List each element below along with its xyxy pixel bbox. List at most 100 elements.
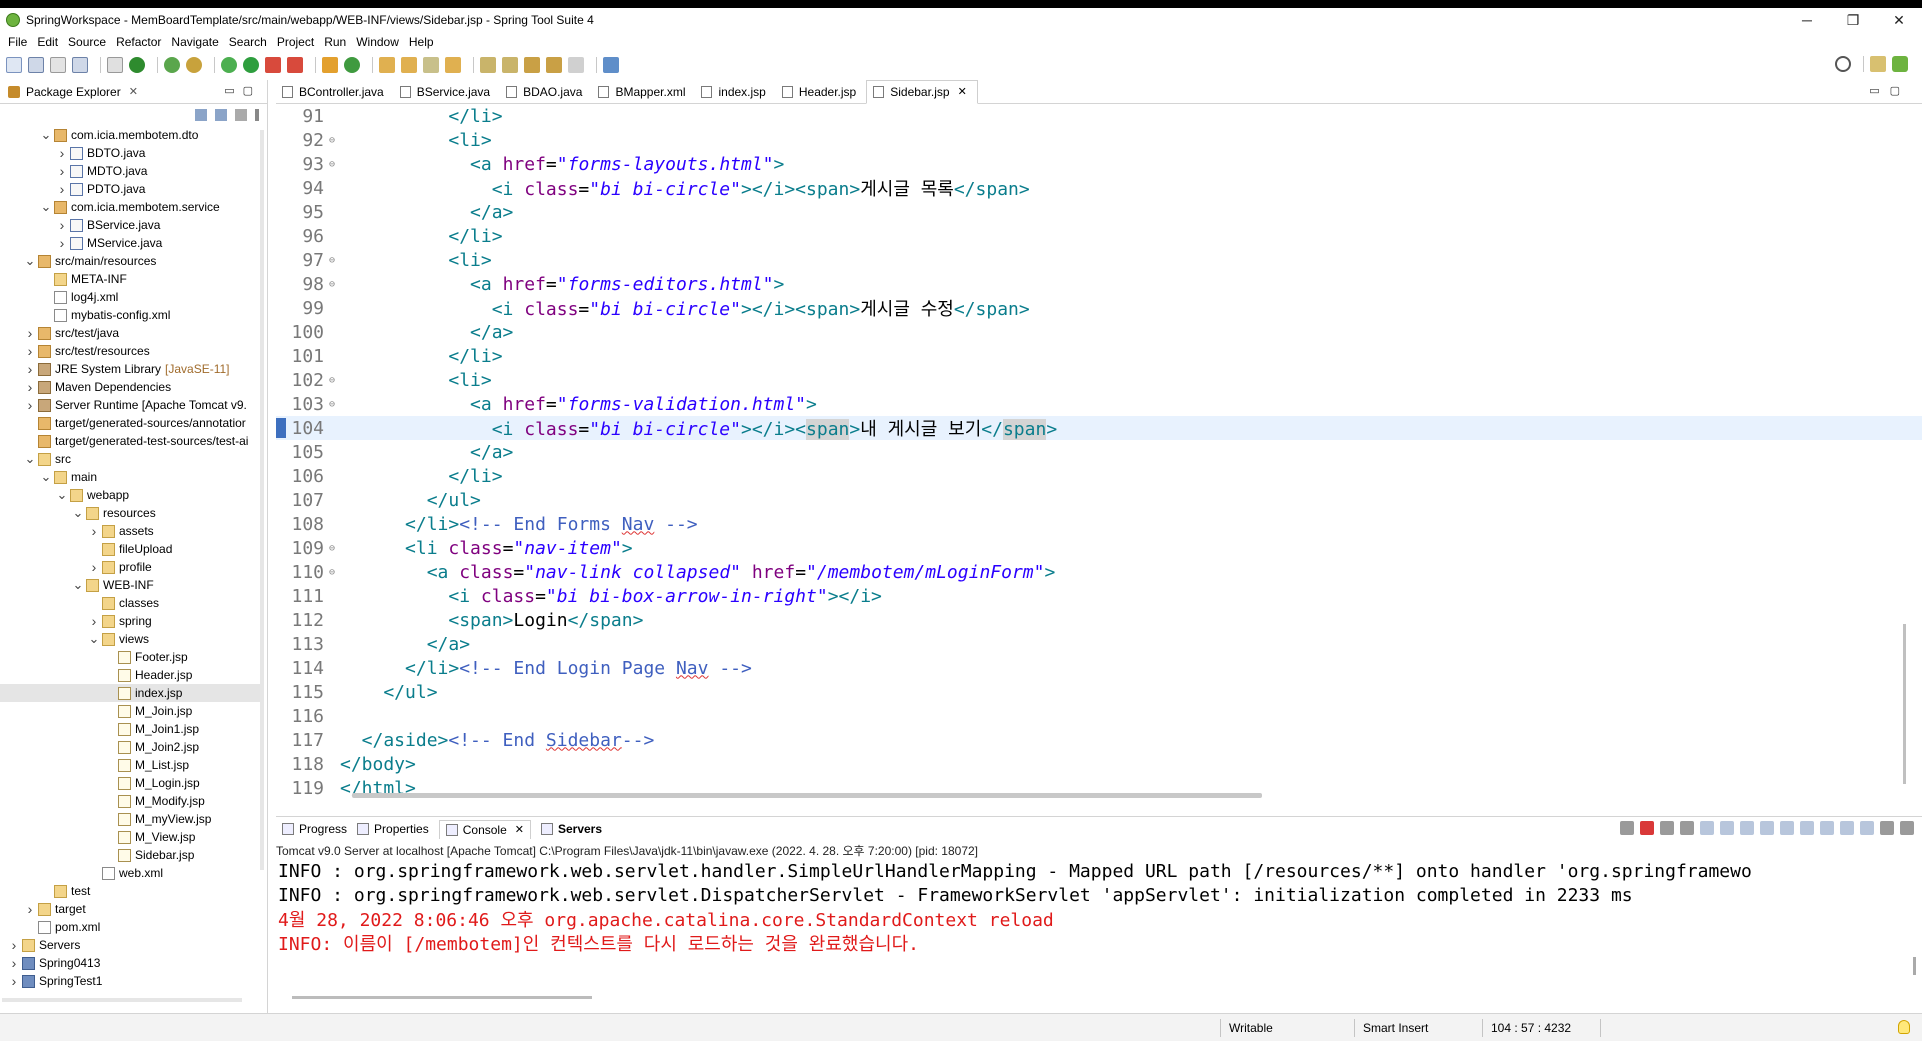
tree-vertical-scrollbar[interactable]: [260, 130, 264, 870]
tree-item[interactable]: › MDTO.java: [0, 162, 262, 180]
editor-tab[interactable]: index.jsp: [695, 80, 775, 104]
open-console-dropdown-icon[interactable]: [1840, 821, 1854, 835]
code-line[interactable]: 113 </a>: [276, 632, 1922, 656]
tree-item[interactable]: target/generated-sources/annotatior: [0, 414, 262, 432]
console-view-tab[interactable]: Servers: [540, 822, 602, 836]
terminate-icon[interactable]: [1640, 821, 1654, 835]
last-edit-location-icon[interactable]: [524, 57, 540, 73]
close-icon[interactable]: ✕: [958, 85, 967, 98]
tree-item[interactable]: ⌄ resources: [0, 504, 262, 522]
close-icon[interactable]: ✕: [129, 85, 138, 98]
new-java-project-icon[interactable]: [322, 57, 338, 73]
tree-item[interactable]: › BService.java: [0, 216, 262, 234]
chevron-down-icon[interactable]: ⌄: [56, 487, 68, 503]
code-line[interactable]: 104 <i class="bi bi-circle"></i><span>내 …: [276, 416, 1922, 440]
tree-item[interactable]: M_Modify.jsp: [0, 792, 262, 810]
tree-item[interactable]: META-INF: [0, 270, 262, 288]
console-vertical-scrollbar[interactable]: [1913, 957, 1916, 975]
menu-edit[interactable]: Edit: [37, 35, 58, 49]
tree-item[interactable]: classes: [0, 594, 262, 612]
chevron-right-icon[interactable]: ›: [8, 955, 20, 971]
code-line[interactable]: 112 <span>Login</span>: [276, 608, 1922, 632]
link-with-editor-icon[interactable]: [215, 109, 227, 121]
editor-tab[interactable]: BMapper.xml: [592, 80, 695, 104]
tree-item[interactable]: › SpringTest1: [0, 972, 262, 990]
code-line[interactable]: 111 <i class="bi bi-box-arrow-in-right">…: [276, 584, 1922, 608]
spring-perspective-icon[interactable]: [1892, 56, 1908, 72]
tree-item[interactable]: › Spring0413: [0, 954, 262, 972]
editor-tab[interactable]: Sidebar.jsp ✕: [866, 79, 978, 104]
tree-item[interactable]: › PDTO.java: [0, 180, 262, 198]
tree-item[interactable]: Sidebar.jsp: [0, 846, 262, 864]
code-line[interactable]: 118 </body>: [276, 752, 1922, 776]
console-settings-icon[interactable]: [1860, 821, 1874, 835]
console-view-tab[interactable]: Console ✕: [438, 819, 531, 839]
tree-item[interactable]: ⌄ views: [0, 630, 262, 648]
refresh-icon[interactable]: [164, 57, 180, 73]
tree-item[interactable]: › profile: [0, 558, 262, 576]
skip-breakpoints-icon[interactable]: [107, 57, 123, 73]
tree-item[interactable]: ⌄ com.icia.membotem.service: [0, 198, 262, 216]
menu-navigate[interactable]: Navigate: [171, 35, 218, 49]
search-icon[interactable]: [1835, 56, 1851, 72]
editor-tab[interactable]: BDAO.java: [500, 80, 592, 104]
console-view-tab[interactable]: Progress: [282, 822, 347, 836]
fold-icon[interactable]: ⊖: [326, 543, 338, 554]
code-line[interactable]: 105 </a>: [276, 440, 1922, 464]
tree-item[interactable]: › JRE System Library [JavaSE-11]: [0, 360, 262, 378]
code-line[interactable]: 106 </li>: [276, 464, 1922, 488]
menu-project[interactable]: Project: [277, 35, 314, 49]
chevron-right-icon[interactable]: ›: [24, 397, 36, 413]
minimize-icon[interactable]: [1880, 821, 1894, 835]
menu-source[interactable]: Source: [68, 35, 106, 49]
tree-item[interactable]: › Maven Dependencies: [0, 378, 262, 396]
menu-search[interactable]: Search: [229, 35, 267, 49]
chevron-right-icon[interactable]: ›: [88, 613, 100, 629]
minimize-button[interactable]: ─: [1784, 8, 1830, 32]
chevron-right-icon[interactable]: ›: [56, 163, 68, 179]
chevron-down-icon[interactable]: ⌄: [72, 505, 84, 521]
chevron-right-icon[interactable]: ›: [24, 379, 36, 395]
fold-icon[interactable]: ⊖: [326, 135, 338, 146]
chevron-right-icon[interactable]: ›: [88, 559, 100, 575]
chevron-down-icon[interactable]: ⌄: [24, 451, 36, 467]
tree-item[interactable]: › Servers: [0, 936, 262, 954]
remove-launch-icon[interactable]: [1660, 821, 1674, 835]
save-icon[interactable]: [28, 57, 44, 73]
tree-item[interactable]: pom.xml: [0, 918, 262, 936]
tree-item[interactable]: fileUpload: [0, 540, 262, 558]
tree-item[interactable]: M_Join2.jsp: [0, 738, 262, 756]
code-line[interactable]: 103 ⊖ <a href="forms-validation.html">: [276, 392, 1922, 416]
code-line[interactable]: 110 ⊖ <a class="nav-link collapsed" href=…: [276, 560, 1922, 584]
fold-icon[interactable]: ⊖: [326, 279, 338, 290]
menu-window[interactable]: Window: [356, 35, 399, 49]
word-wrap-icon[interactable]: [1740, 821, 1754, 835]
code-line[interactable]: 92 ⊖ <li>: [276, 128, 1922, 152]
code-line[interactable]: 115 </ul>: [276, 680, 1922, 704]
tree-item[interactable]: › src/test/resources: [0, 342, 262, 360]
chevron-down-icon[interactable]: ⌄: [88, 631, 100, 647]
tree-item[interactable]: M_Join.jsp: [0, 702, 262, 720]
chevron-right-icon[interactable]: ›: [24, 343, 36, 359]
tree-item[interactable]: › assets: [0, 522, 262, 540]
tree-item[interactable]: M_Login.jsp: [0, 774, 262, 792]
code-line[interactable]: 94 <i class="bi bi-circle"></i><span>게시글…: [276, 176, 1922, 201]
tree-item[interactable]: mybatis-config.xml: [0, 306, 262, 324]
code-line[interactable]: 102 ⊖ <li>: [276, 368, 1922, 392]
tree-item[interactable]: target/generated-test-sources/test-ai: [0, 432, 262, 450]
view-min-max-icons[interactable]: ▭▢: [224, 84, 261, 97]
view-menu-icon[interactable]: [255, 109, 259, 121]
tree-item[interactable]: › src/test/java: [0, 324, 262, 342]
fold-icon[interactable]: ⊖: [326, 255, 338, 266]
tree-item[interactable]: › Server Runtime [Apache Tomcat v9.: [0, 396, 262, 414]
open-folder-icon[interactable]: [445, 57, 461, 73]
tip-lightbulb-icon[interactable]: [1898, 1020, 1910, 1034]
console-horizontal-scrollbar[interactable]: [292, 996, 592, 999]
pin-icon[interactable]: [1800, 821, 1814, 835]
spring-boot-dashboard-icon[interactable]: [129, 57, 145, 73]
run-icon[interactable]: [243, 57, 259, 73]
chevron-down-icon[interactable]: ⌄: [72, 577, 84, 593]
console-view-tab[interactable]: Properties: [357, 822, 429, 836]
code-editor[interactable]: 91 </li> 92 ⊖ <li> 93 ⊖ <a href="forms-layou…: [276, 104, 1922, 800]
editor-tab[interactable]: Header.jsp: [776, 80, 866, 104]
